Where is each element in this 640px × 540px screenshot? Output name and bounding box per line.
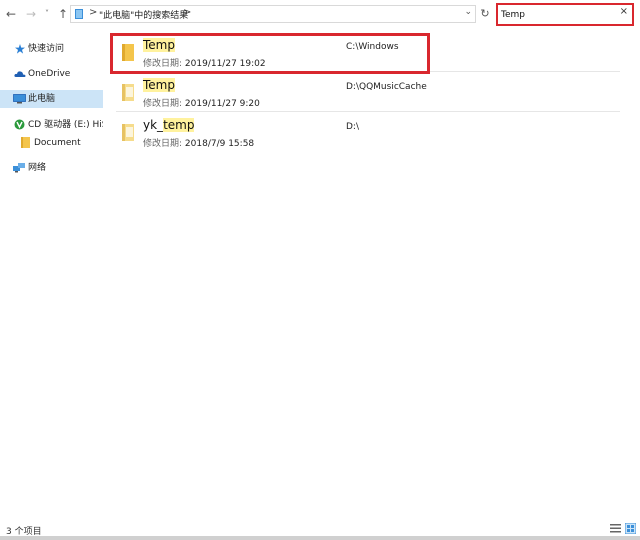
refresh-icon[interactable]: ↻ xyxy=(478,5,492,23)
item-name[interactable]: Temp xyxy=(143,78,175,92)
item-name[interactable]: yk_temp xyxy=(143,118,195,132)
name-prefix: yk_ xyxy=(143,118,164,132)
item-name[interactable]: Temp xyxy=(143,38,175,52)
divider xyxy=(116,111,620,112)
computer-icon xyxy=(13,94,26,104)
search-results-icon xyxy=(75,9,83,19)
folder-icon xyxy=(122,44,134,61)
sidebar-item-network[interactable]: 网络 xyxy=(0,159,103,177)
sidebar-item-onedrive[interactable]: OneDrive xyxy=(0,65,103,83)
sidebar-item-document[interactable]: Document xyxy=(0,134,103,152)
item-path: D:\QQMusicCache xyxy=(346,82,427,92)
folder-icon xyxy=(122,124,134,141)
sidebar-item-label: 网络 xyxy=(28,163,47,173)
date-label: 修改日期: xyxy=(143,59,183,69)
sidebar-item-quick-access[interactable]: 快速访问 xyxy=(0,40,103,58)
details-view-icon[interactable] xyxy=(610,523,621,534)
arrow-up-icon[interactable]: ↑ xyxy=(56,6,70,22)
tiles-view-icon[interactable] xyxy=(625,523,636,534)
date-value: 2019/11/27 19:02 xyxy=(184,59,266,69)
breadcrumb-separator[interactable]: > xyxy=(89,7,97,18)
search-box[interactable]: × xyxy=(496,3,634,26)
list-item[interactable]: Temp 修改日期: 2019/11/27 19:02 C:\Windows xyxy=(110,34,620,74)
item-modified-date: 修改日期: 2019/11/27 9:20 xyxy=(143,96,260,109)
breadcrumb-location[interactable]: "此电脑"中的搜索结果 xyxy=(99,8,188,21)
match-highlight: temp xyxy=(163,118,195,132)
list-item[interactable]: Temp 修改日期: 2019/11/27 9:20 D:\QQMusicCac… xyxy=(110,74,620,114)
arrow-left-icon[interactable]: ← xyxy=(4,6,18,22)
sidebar-item-cd-drive[interactable]: CD 驱动器 (E:) HiSuite xyxy=(0,116,103,134)
sidebar-item-label: OneDrive xyxy=(28,69,71,79)
item-path: D:\ xyxy=(346,122,359,132)
breadcrumb-separator[interactable]: > xyxy=(183,7,191,18)
search-results-list: Temp 修改日期: 2019/11/27 19:02 C:\Windows T… xyxy=(110,32,630,512)
sidebar-item-label: 此电脑 xyxy=(28,94,56,104)
date-label: 修改日期: xyxy=(143,99,183,109)
taskbar-strip xyxy=(0,536,640,540)
sidebar-item-this-pc[interactable]: 此电脑 xyxy=(0,90,103,108)
date-label: 修改日期: xyxy=(143,139,183,149)
divider xyxy=(116,71,620,72)
sidebar-item-label: Document xyxy=(34,138,81,148)
navigation-bar: ← → ˅ ↑ > "此电脑"中的搜索结果 > ⌄ ↻ × xyxy=(0,0,640,30)
network-icon xyxy=(13,163,25,173)
item-modified-date: 修改日期: 2018/7/9 15:58 xyxy=(143,136,254,149)
cloud-icon xyxy=(14,71,26,77)
address-dropdown-icon[interactable]: ⌄ xyxy=(464,7,472,17)
match-highlight: Temp xyxy=(143,78,175,92)
item-path: C:\Windows xyxy=(346,42,399,52)
cd-drive-icon xyxy=(14,119,25,130)
item-modified-date: 修改日期: 2019/11/27 19:02 xyxy=(143,56,266,69)
folder-icon xyxy=(21,137,30,148)
list-item[interactable]: yk_temp 修改日期: 2018/7/9 15:58 D:\ xyxy=(110,114,620,154)
chevron-down-icon[interactable]: ˅ xyxy=(42,6,52,22)
arrow-right-icon[interactable]: → xyxy=(24,6,38,22)
sidebar-item-label: CD 驱动器 (E:) HiSuite xyxy=(28,120,103,130)
search-input[interactable] xyxy=(501,7,611,22)
address-bar[interactable]: > "此电脑"中的搜索结果 > ⌄ xyxy=(70,5,476,23)
star-icon xyxy=(15,44,25,54)
close-icon[interactable]: × xyxy=(620,6,628,17)
folder-icon xyxy=(122,84,134,101)
sidebar-item-label: 快速访问 xyxy=(28,44,65,54)
navigation-pane: 快速访问 OneDrive 此电脑 CD 驱动器 (E:) HiSuite Do… xyxy=(0,36,104,516)
date-value: 2019/11/27 9:20 xyxy=(184,99,260,109)
match-highlight: Temp xyxy=(143,38,175,52)
date-value: 2018/7/9 15:58 xyxy=(184,139,255,149)
